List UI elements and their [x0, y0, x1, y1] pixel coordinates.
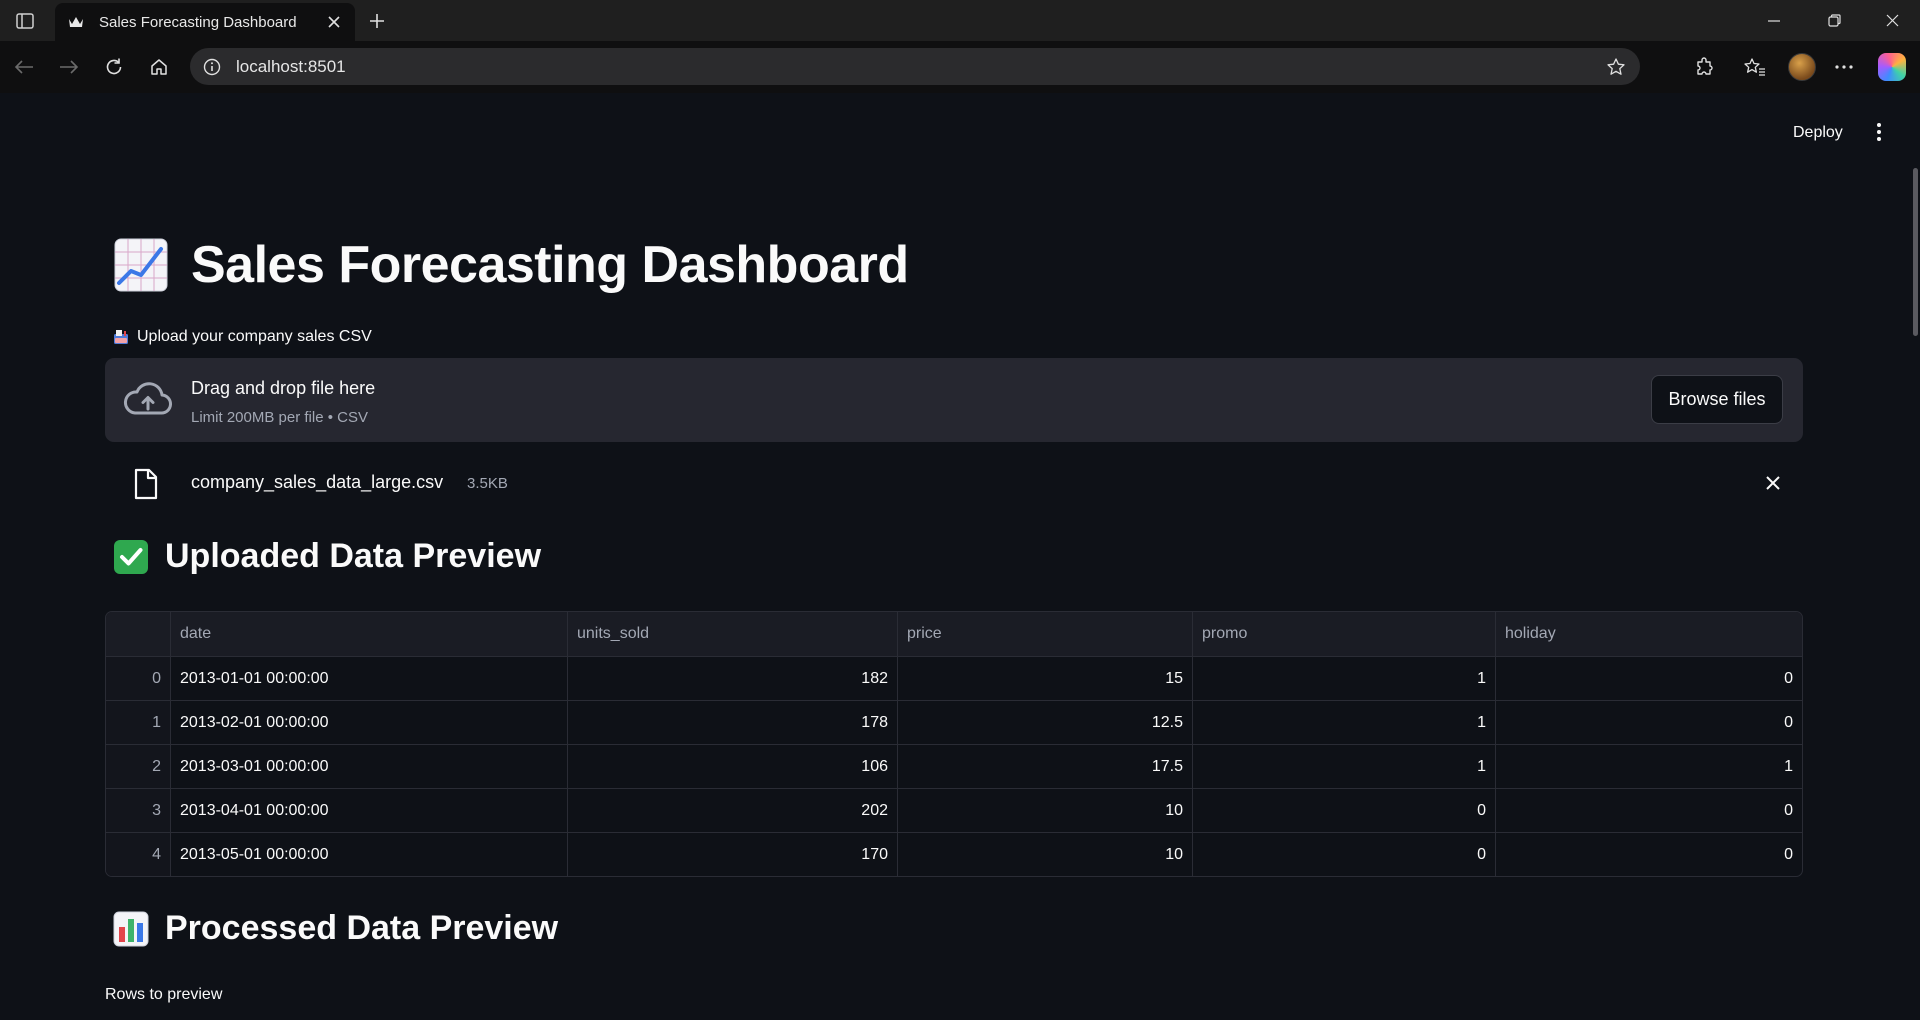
- uploaded-data-table[interactable]: date units_sold price promo holiday 0 20…: [105, 611, 1803, 877]
- table-cell[interactable]: 0: [1192, 833, 1495, 876]
- forward-arrow-icon[interactable]: [55, 53, 83, 81]
- mailbox-icon: [114, 330, 128, 344]
- more-menu-icon[interactable]: [1830, 53, 1858, 81]
- table-cell[interactable]: 2013-03-01 00:00:00: [170, 745, 567, 788]
- minimize-window-icon[interactable]: [1746, 0, 1802, 41]
- processed-data-heading: Processed Data Preview: [113, 909, 558, 948]
- restore-window-icon[interactable]: [1806, 0, 1862, 41]
- dropzone-subtitle: Limit 200MB per file • CSV: [191, 409, 368, 426]
- page-scrollbar[interactable]: [1910, 93, 1920, 1015]
- browse-files-button[interactable]: Browse files: [1651, 375, 1783, 424]
- table-cell[interactable]: 2013-02-01 00:00:00: [170, 701, 567, 744]
- page-title-text: Sales Forecasting Dashboard: [191, 236, 909, 294]
- table-cell[interactable]: 17.5: [897, 745, 1192, 788]
- table-cell[interactable]: 178: [567, 701, 897, 744]
- rows-to-preview-label: Rows to preview: [105, 986, 223, 1003]
- column-header-units-sold[interactable]: units_sold: [567, 612, 897, 656]
- sidebar-toggle-icon[interactable]: [9, 9, 41, 33]
- table-cell[interactable]: 15: [897, 657, 1192, 700]
- scrollbar-thumb[interactable]: [1913, 168, 1918, 336]
- chart-increasing-icon: [114, 238, 168, 292]
- close-window-icon[interactable]: [1864, 0, 1920, 41]
- tab-title: Sales Forecasting Dashboard: [99, 13, 297, 31]
- uploaded-file-item: company_sales_data_large.csv 3.5KB: [105, 458, 1803, 508]
- column-header-promo[interactable]: promo: [1192, 612, 1495, 656]
- app-viewport: Deploy Sales Forecasting Dashboard Uploa…: [5, 93, 1910, 1015]
- site-info-icon[interactable]: [202, 57, 222, 77]
- favorites-icon[interactable]: [1741, 53, 1769, 81]
- remove-file-icon[interactable]: [1761, 471, 1785, 495]
- table-cell[interactable]: 106: [567, 745, 897, 788]
- table-cell[interactable]: 1: [1192, 701, 1495, 744]
- column-header-index[interactable]: [106, 612, 170, 656]
- column-header-price[interactable]: price: [897, 612, 1192, 656]
- table-cell[interactable]: 2013-04-01 00:00:00: [170, 789, 567, 832]
- browser-nav-bar: localhost:8501: [0, 41, 1920, 93]
- main-menu-icon[interactable]: [1867, 120, 1891, 144]
- streamlit-crown-icon: [67, 13, 85, 31]
- table-cell[interactable]: 0: [1192, 789, 1495, 832]
- table-cell[interactable]: 1: [1192, 745, 1495, 788]
- table-cell[interactable]: 0: [1495, 833, 1802, 876]
- table-cell[interactable]: 0: [1495, 657, 1802, 700]
- table-cell[interactable]: 202: [567, 789, 897, 832]
- processed-data-heading-text: Processed Data Preview: [165, 909, 559, 947]
- bar-chart-icon: [113, 911, 149, 946]
- file-icon: [134, 468, 158, 500]
- row-index: 1: [106, 701, 170, 744]
- browser-tab-active[interactable]: Sales Forecasting Dashboard: [55, 3, 355, 41]
- row-index: 0: [106, 657, 170, 700]
- table-cell[interactable]: 170: [567, 833, 897, 876]
- uploaded-file-size: 3.5KB: [467, 475, 508, 492]
- uploader-label: Upload your company sales CSV: [113, 328, 372, 346]
- file-dropzone[interactable]: Drag and drop file here Limit 200MB per …: [105, 358, 1803, 442]
- row-index: 3: [106, 789, 170, 832]
- table-cell[interactable]: 2013-05-01 00:00:00: [170, 833, 567, 876]
- column-header-holiday[interactable]: holiday: [1495, 612, 1802, 656]
- browser-tab-bar: Sales Forecasting Dashboard: [0, 0, 1920, 41]
- url-text[interactable]: localhost:8501: [236, 57, 346, 77]
- deploy-button[interactable]: Deploy: [1785, 118, 1851, 148]
- check-mark-icon: [114, 539, 148, 574]
- new-tab-icon[interactable]: [364, 8, 390, 34]
- table-cell[interactable]: 2013-01-01 00:00:00: [170, 657, 567, 700]
- uploaded-data-heading: Uploaded Data Preview: [113, 537, 541, 576]
- profile-avatar[interactable]: [1788, 53, 1816, 81]
- table-cell[interactable]: 1: [1495, 745, 1802, 788]
- back-arrow-icon[interactable]: [10, 53, 38, 81]
- table-row: 0 2013-01-01 00:00:00 182 15 1 0: [106, 656, 1802, 700]
- copilot-icon[interactable]: [1878, 53, 1906, 81]
- extensions-icon[interactable]: [1690, 53, 1718, 81]
- table-row: 3 2013-04-01 00:00:00 202 10 0 0: [106, 788, 1802, 832]
- table-cell[interactable]: 1: [1192, 657, 1495, 700]
- table-cell[interactable]: 182: [567, 657, 897, 700]
- uploader-label-text: Upload your company sales CSV: [137, 328, 372, 345]
- address-bar[interactable]: localhost:8501: [190, 48, 1640, 85]
- table-cell[interactable]: 0: [1495, 789, 1802, 832]
- close-tab-icon[interactable]: [323, 11, 345, 33]
- row-index: 2: [106, 745, 170, 788]
- row-index: 4: [106, 833, 170, 876]
- favorite-star-icon[interactable]: [1604, 55, 1628, 79]
- table-row: 2 2013-03-01 00:00:00 106 17.5 1 1: [106, 744, 1802, 788]
- dropzone-title: Drag and drop file here: [191, 378, 376, 398]
- cloud-upload-icon: [123, 382, 172, 415]
- table-cell[interactable]: 10: [897, 789, 1192, 832]
- table-row: 1 2013-02-01 00:00:00 178 12.5 1 0: [106, 700, 1802, 744]
- column-header-date[interactable]: date: [170, 612, 567, 656]
- table-cell[interactable]: 10: [897, 833, 1192, 876]
- page-title: Sales Forecasting Dashboard: [113, 235, 909, 295]
- reload-icon[interactable]: [100, 53, 128, 81]
- table-cell[interactable]: 0: [1495, 701, 1802, 744]
- uploaded-data-heading-text: Uploaded Data Preview: [165, 537, 542, 575]
- home-icon[interactable]: [145, 53, 173, 81]
- table-header-row: date units_sold price promo holiday: [106, 612, 1802, 656]
- uploaded-file-name: company_sales_data_large.csv: [191, 472, 444, 492]
- table-row: 4 2013-05-01 00:00:00 170 10 0 0: [106, 832, 1802, 876]
- table-cell[interactable]: 12.5: [897, 701, 1192, 744]
